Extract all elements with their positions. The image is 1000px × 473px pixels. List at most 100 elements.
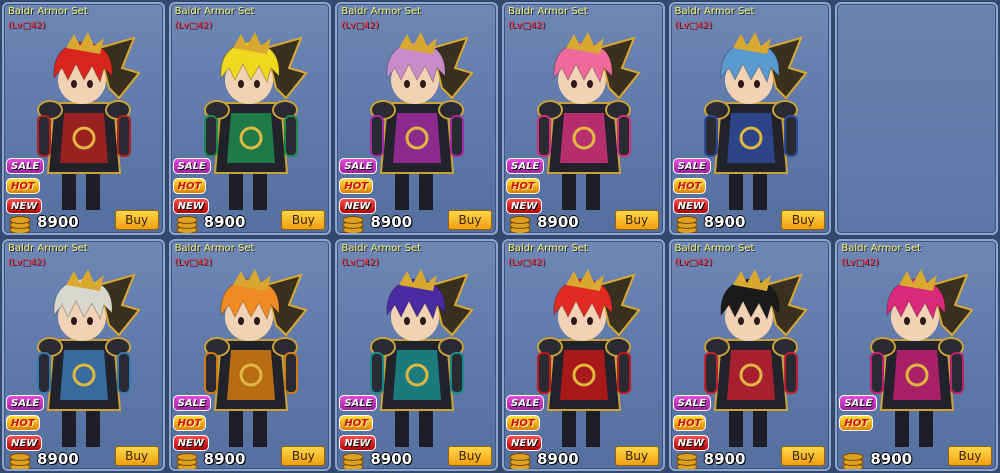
hot-badge: HOT bbox=[6, 178, 40, 194]
item-price: 8900 bbox=[703, 213, 746, 231]
item-price: 8900 bbox=[537, 449, 579, 468]
hot-badge: HOT bbox=[172, 414, 207, 431]
item-card[interactable]: Baldr Armor Set (Lv□42) SALE HOT NEW 8900 Buy bbox=[502, 238, 665, 471]
item-name: Baldr Armor Set bbox=[841, 242, 922, 254]
item-shop-grid: Baldr Armor Set (Lv□42) SALE HOT NEW 8900 Buy B… bbox=[0, 0, 1000, 473]
character-portrait bbox=[703, 32, 808, 210]
item-name: Baldr Armor Set bbox=[341, 6, 422, 17]
empty-item-slot bbox=[835, 2, 998, 235]
item-card[interactable]: Baldr Armor Set (Lv□42) SALE HOT NEW 8900 Buy bbox=[335, 238, 498, 471]
item-name: Baldr Armor Set bbox=[341, 242, 422, 254]
hot-badge: HOT bbox=[672, 414, 707, 431]
buy-button[interactable]: Buy bbox=[448, 446, 492, 466]
sale-badge: SALE bbox=[172, 394, 211, 411]
item-name: Baldr Armor Set bbox=[508, 242, 588, 254]
item-card[interactable]: Baldr Armor Set (Lv□42) SALE HOT NEW 8900 Buy bbox=[2, 2, 165, 235]
item-card[interactable]: Baldr Armor Set (Lv□42) SALE HOT 8900 Buy bbox=[835, 238, 998, 471]
buy-button[interactable]: Buy bbox=[281, 446, 326, 466]
item-price: 8900 bbox=[370, 449, 413, 468]
new-badge: NEW bbox=[6, 434, 43, 451]
character-portrait bbox=[37, 268, 141, 447]
sale-badge: SALE bbox=[672, 158, 711, 174]
hot-badge: HOT bbox=[6, 414, 40, 431]
coin-stack-icon bbox=[176, 452, 198, 470]
item-price: 8900 bbox=[37, 213, 79, 231]
hot-badge: HOT bbox=[506, 178, 540, 194]
sale-badge: SALE bbox=[506, 394, 545, 411]
item-price: 8900 bbox=[37, 449, 79, 468]
sale-badge: SALE bbox=[839, 394, 878, 411]
item-card[interactable]: Baldr Armor Set (Lv□42) SALE HOT NEW 8900 Buy bbox=[668, 238, 832, 471]
new-badge: NEW bbox=[672, 198, 709, 214]
buy-button[interactable]: Buy bbox=[781, 209, 826, 230]
buy-button[interactable]: Buy bbox=[614, 446, 659, 466]
new-badge: NEW bbox=[339, 198, 376, 214]
coin-stack-icon bbox=[342, 216, 364, 233]
item-name: Baldr Armor Set bbox=[674, 242, 755, 254]
item-price: 8900 bbox=[370, 213, 413, 231]
item-name: Baldr Armor Set bbox=[674, 6, 755, 17]
hot-badge: HOT bbox=[339, 178, 374, 194]
buy-button[interactable]: Buy bbox=[114, 209, 159, 230]
character-portrait bbox=[537, 268, 641, 447]
new-badge: NEW bbox=[506, 434, 543, 451]
buy-button[interactable]: Buy bbox=[948, 446, 992, 466]
coin-stack-icon bbox=[342, 452, 364, 470]
character-portrait bbox=[37, 32, 141, 210]
coin-stack-icon bbox=[176, 216, 198, 233]
coin-stack-icon bbox=[676, 452, 698, 470]
coin-stack-icon bbox=[9, 216, 31, 233]
buy-button[interactable]: Buy bbox=[281, 209, 326, 230]
item-card[interactable]: Baldr Armor Set (Lv□42) SALE HOT NEW 8900 Buy bbox=[668, 2, 832, 235]
sale-badge: SALE bbox=[506, 158, 545, 174]
character-portrait bbox=[703, 268, 808, 447]
coin-stack-icon bbox=[9, 452, 31, 470]
character-portrait bbox=[203, 268, 308, 447]
item-name: Baldr Armor Set bbox=[508, 6, 588, 17]
item-card[interactable]: Baldr Armor Set (Lv□42) SALE HOT NEW 8900 Buy bbox=[168, 2, 332, 235]
character-portrait bbox=[370, 32, 475, 210]
item-price: 8900 bbox=[203, 213, 246, 231]
character-portrait bbox=[870, 268, 975, 447]
item-price: 8900 bbox=[703, 449, 746, 468]
item-price: 8900 bbox=[870, 449, 913, 468]
coin-stack-icon bbox=[842, 452, 864, 470]
hot-badge: HOT bbox=[839, 414, 874, 431]
coin-stack-icon bbox=[676, 216, 698, 233]
new-badge: NEW bbox=[339, 434, 376, 451]
item-name: Baldr Armor Set bbox=[8, 242, 88, 254]
item-price: 8900 bbox=[537, 213, 579, 231]
item-name: Baldr Armor Set bbox=[174, 242, 255, 254]
new-badge: NEW bbox=[6, 198, 43, 214]
new-badge: NEW bbox=[672, 434, 709, 451]
character-portrait bbox=[537, 32, 641, 210]
character-portrait bbox=[203, 32, 308, 210]
coin-stack-icon bbox=[509, 216, 531, 233]
hot-badge: HOT bbox=[172, 178, 207, 194]
hot-badge: HOT bbox=[339, 414, 374, 431]
buy-button[interactable]: Buy bbox=[614, 209, 659, 230]
new-badge: NEW bbox=[172, 198, 209, 214]
item-name: Baldr Armor Set bbox=[174, 6, 255, 17]
new-badge: NEW bbox=[506, 198, 543, 214]
item-name: Baldr Armor Set bbox=[8, 6, 88, 17]
sale-badge: SALE bbox=[339, 394, 378, 411]
buy-button[interactable]: Buy bbox=[114, 446, 159, 466]
buy-button[interactable]: Buy bbox=[781, 446, 826, 466]
sale-badge: SALE bbox=[339, 158, 378, 174]
sale-badge: SALE bbox=[672, 394, 711, 411]
item-card[interactable]: Baldr Armor Set (Lv□42) SALE HOT NEW 8900 Buy bbox=[335, 2, 498, 235]
new-badge: NEW bbox=[172, 434, 209, 451]
item-card[interactable]: Baldr Armor Set (Lv□42) SALE HOT NEW 8900 Buy bbox=[502, 2, 665, 235]
sale-badge: SALE bbox=[6, 158, 45, 174]
hot-badge: HOT bbox=[506, 414, 540, 431]
buy-button[interactable]: Buy bbox=[448, 209, 492, 230]
sale-badge: SALE bbox=[172, 158, 211, 174]
item-card[interactable]: Baldr Armor Set (Lv□42) SALE HOT NEW 8900 Buy bbox=[2, 238, 165, 471]
hot-badge: HOT bbox=[672, 178, 707, 194]
coin-stack-icon bbox=[509, 452, 531, 470]
character-portrait bbox=[370, 268, 475, 447]
item-card[interactable]: Baldr Armor Set (Lv□42) SALE HOT NEW 8900 Buy bbox=[168, 238, 332, 471]
item-price: 8900 bbox=[203, 449, 246, 468]
sale-badge: SALE bbox=[6, 394, 45, 411]
